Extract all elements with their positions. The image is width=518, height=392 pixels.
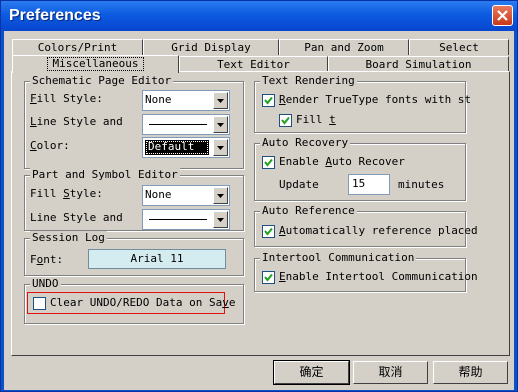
tab-label: Board Simulation <box>365 58 472 71</box>
tab-label: Grid Display <box>171 41 251 54</box>
intertool-group: Intertool Communication Enable Intertool… <box>254 251 478 292</box>
tab-label: Text Editor <box>217 58 290 71</box>
chevron-down-icon <box>217 99 224 103</box>
auto-reference-label: Automatically reference placed <box>279 224 478 237</box>
tab-label: Miscellaneous <box>47 57 144 71</box>
line-style-label: Line Style and <box>30 211 123 224</box>
group-title: Schematic Page Editor <box>30 74 174 88</box>
preferences-window: Preferences Colors/Print Grid Display Pa… <box>0 0 518 392</box>
checkmark-icon <box>264 158 273 167</box>
close-icon <box>497 10 508 21</box>
close-button[interactable] <box>492 5 513 26</box>
checkmark-icon <box>264 273 273 282</box>
dropdown-arrow[interactable] <box>213 139 228 156</box>
checkmark-icon <box>281 116 290 125</box>
selected-value: None <box>145 188 172 201</box>
group-title: Part and Symbol Editor <box>30 168 180 182</box>
tab-label: Select <box>439 41 479 54</box>
schematic-color-select[interactable]: Default <box>142 137 230 158</box>
ok-button[interactable]: 确定 <box>273 360 350 385</box>
clear-undo-label: Clear UNDO/REDO Data on Save <box>50 296 236 309</box>
tab-label: Pan and Zoom <box>304 41 384 54</box>
chevron-down-icon <box>217 218 224 222</box>
chevron-down-icon <box>217 194 224 198</box>
group-title: Auto Recovery <box>260 136 351 150</box>
tab-pan-and-zoom[interactable]: Pan and Zoom <box>279 39 409 55</box>
cancel-button[interactable]: 取消 <box>353 361 428 384</box>
text-rendering-group: Text Rendering Render TrueType fonts wit… <box>254 74 471 133</box>
schematic-fill-style-select[interactable]: None <box>142 90 230 111</box>
part-fill-style-select[interactable]: None <box>142 185 230 206</box>
dropdown-arrow[interactable] <box>213 92 228 109</box>
intertool-label: Enable Intertool Communication <box>279 270 478 283</box>
title-bar[interactable]: Preferences <box>1 1 517 31</box>
schematic-line-style-select[interactable] <box>142 114 230 135</box>
enable-auto-recover-checkbox[interactable] <box>262 156 275 169</box>
dialog-body: Colors/Print Grid Display Pan and Zoom S… <box>4 31 514 390</box>
group-title: Intertool Communication <box>260 251 417 265</box>
tab-miscellaneous[interactable]: Miscellaneous <box>12 55 179 73</box>
fill-checkbox[interactable] <box>279 114 292 127</box>
group-title: Auto Reference <box>260 204 357 218</box>
font-label: Font: <box>30 253 64 266</box>
tab-panel: Schematic Page Editor Fill Style: None L… <box>11 71 510 356</box>
clear-undo-checkbox[interactable] <box>33 297 46 310</box>
session-log-group: Session Log Font: Arial 11 <box>24 231 244 276</box>
checkmark-icon <box>264 227 273 236</box>
group-title: Session Log <box>30 231 107 245</box>
color-label: Color: <box>30 139 70 152</box>
tab-grid-display[interactable]: Grid Display <box>143 39 279 55</box>
fill-style-label: Fill Style: <box>30 187 103 200</box>
line-style-label: Line Style and <box>30 115 123 128</box>
update-label: Update <box>279 178 319 191</box>
tab-text-editor[interactable]: Text Editor <box>179 56 328 72</box>
line-style-preview <box>149 124 207 125</box>
fill-label: Fill t <box>296 113 336 126</box>
part-line-style-select[interactable] <box>142 209 230 230</box>
font-picker-button[interactable]: Arial 11 <box>88 249 226 269</box>
update-interval-input[interactable]: 15 <box>348 174 390 195</box>
window-title: Preferences <box>9 7 101 24</box>
render-truetype-label: Render TrueType fonts with st <box>279 93 472 106</box>
auto-reference-group: Auto Reference Automatically reference p… <box>254 204 478 247</box>
auto-recovery-group: Auto Recovery Enable Auto Recover Update… <box>254 136 466 201</box>
line-style-preview <box>149 219 207 220</box>
auto-reference-checkbox[interactable] <box>262 225 275 238</box>
enable-auto-recover-label: Enable Auto Recover <box>279 155 405 168</box>
tab-label: Colors/Print <box>37 41 118 54</box>
dropdown-arrow[interactable] <box>213 211 228 228</box>
group-title: UNDO <box>30 277 61 291</box>
group-title: Text Rendering <box>260 74 357 88</box>
dropdown-arrow[interactable] <box>213 187 228 204</box>
selected-value: None <box>145 93 172 106</box>
minutes-label: minutes <box>398 178 445 191</box>
checkmark-icon <box>264 96 273 105</box>
render-truetype-checkbox[interactable] <box>262 94 275 107</box>
schematic-group: Schematic Page Editor Fill Style: None L… <box>24 74 244 169</box>
tab-colors-print[interactable]: Colors/Print <box>12 39 143 55</box>
tab-board-simulation[interactable]: Board Simulation <box>328 56 509 72</box>
tab-select[interactable]: Select <box>409 39 509 55</box>
fill-style-label: Fill Style: <box>30 92 103 105</box>
chevron-down-icon <box>217 123 224 127</box>
chevron-down-icon <box>217 146 224 150</box>
part-symbol-group: Part and Symbol Editor Fill Style: None … <box>24 168 244 231</box>
help-button[interactable]: 帮助 <box>433 361 508 384</box>
dropdown-arrow[interactable] <box>213 116 228 133</box>
selected-color: Default <box>145 140 209 155</box>
intertool-checkbox[interactable] <box>262 271 275 284</box>
